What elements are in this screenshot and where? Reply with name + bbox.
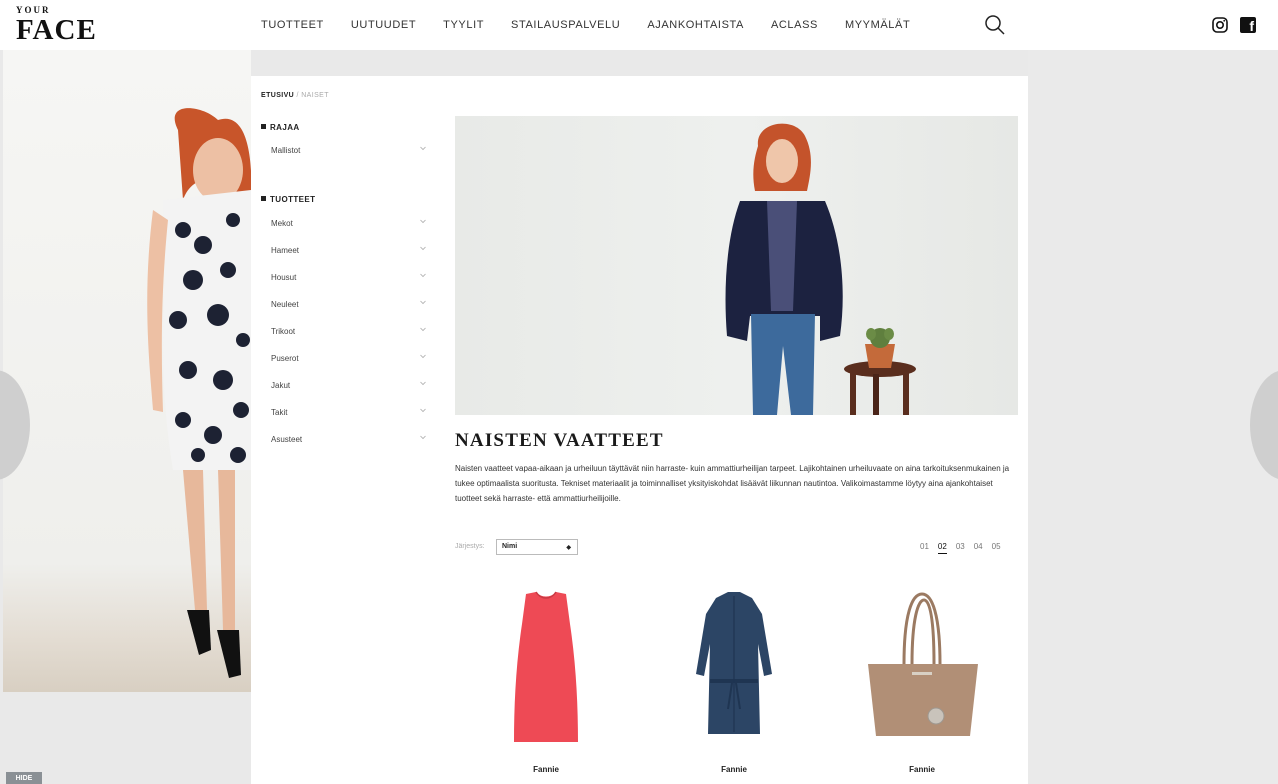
chevron-down-icon — [420, 354, 426, 359]
nav-stailauspalvelu[interactable]: STAILAUSPALVELU — [511, 19, 620, 31]
sidebar-item-takit[interactable]: Takit — [271, 408, 426, 417]
chevron-down-icon — [420, 408, 426, 413]
page-02[interactable]: 02 — [937, 542, 947, 554]
sort-select[interactable]: Nimi ◆ — [496, 539, 578, 555]
model-illustration — [147, 108, 251, 678]
sidebar-item-label: Housut — [271, 273, 297, 282]
facebook-icon[interactable]: f — [1240, 17, 1256, 34]
sidebar-item-label: Trikoot — [271, 327, 296, 336]
sidebar-item-jakut[interactable]: Jakut — [271, 381, 426, 390]
sidebar-item-label: Puserot — [271, 354, 299, 363]
page-01[interactable]: 01 — [920, 542, 929, 554]
nav-aclass[interactable]: ACLASS — [771, 19, 818, 31]
hero-model-illustration — [725, 123, 916, 415]
nav-uutuudet[interactable]: UUTUUDET — [351, 19, 416, 31]
product-image-dress — [514, 591, 578, 742]
product-card[interactable]: Fannie — [832, 584, 1012, 784]
select-arrow-icon: ◆ — [566, 545, 571, 551]
chevron-down-icon — [420, 435, 426, 440]
nav-myymalat[interactable]: MYYMÄLÄT — [845, 19, 910, 31]
product-name: Fannie — [533, 765, 559, 774]
chevron-down-icon — [420, 219, 426, 224]
content-panel: ETUSIVU / NAISET RAJAA Mallistot TUOTTEE… — [251, 76, 1028, 784]
product-name: Fannie — [721, 765, 747, 774]
page-03[interactable]: 03 — [956, 542, 965, 554]
breadcrumb-separator: / — [296, 92, 299, 99]
chevron-down-icon — [420, 146, 426, 151]
hero-image — [455, 116, 1018, 415]
products-heading: TUOTTEET — [261, 195, 315, 204]
sidebar-item-label: Mallistot — [271, 146, 301, 155]
page-05[interactable]: 05 — [992, 542, 1001, 554]
sidebar-item-trikoot[interactable]: Trikoot — [271, 327, 426, 336]
background-right — [1028, 50, 1278, 784]
filter-heading: RAJAA — [261, 123, 300, 132]
sidebar-item-mallistot[interactable]: Mallistot — [271, 146, 426, 155]
breadcrumb-home[interactable]: ETUSIVU — [261, 92, 294, 99]
breadcrumb: ETUSIVU / NAISET — [261, 92, 329, 99]
sidebar-item-housut[interactable]: Housut — [271, 273, 426, 282]
sort-label: Järjestys: — [455, 543, 485, 550]
background-model-photo — [3, 50, 251, 692]
chevron-down-icon — [420, 327, 426, 332]
product-card[interactable]: Fannie — [456, 584, 636, 784]
sidebar-item-label: Jakut — [271, 381, 291, 390]
sidebar-item-neuleet[interactable]: Neuleet — [271, 300, 426, 309]
hide-button[interactable]: HIDE — [6, 772, 42, 784]
nav-tyylit[interactable]: TYYLIT — [443, 19, 484, 31]
page-04[interactable]: 04 — [974, 542, 983, 554]
chevron-down-icon — [420, 300, 426, 305]
sidebar-item-asusteet[interactable]: Asusteet — [271, 435, 426, 444]
chevron-down-icon — [420, 246, 426, 251]
sidebar-item-hameet[interactable]: Hameet — [271, 246, 426, 255]
product-image-handbag — [868, 592, 978, 736]
chevron-down-icon — [420, 273, 426, 278]
site-header: YOUR FACE TUOTTEET UUTUUDET TYYLIT STAIL… — [0, 0, 1278, 50]
nav-tuotteet[interactable]: TUOTTEET — [261, 19, 324, 31]
site-logo[interactable]: YOUR FACE — [16, 6, 97, 46]
instagram-icon[interactable] — [1212, 17, 1228, 33]
breadcrumb-current: NAISET — [301, 92, 329, 99]
chevron-down-icon — [420, 381, 426, 386]
search-icon[interactable] — [984, 14, 1006, 36]
sidebar-item-label: Mekot — [271, 219, 293, 228]
nav-ajankohtaista[interactable]: AJANKOHTAISTA — [647, 19, 744, 31]
sidebar-item-mekot[interactable]: Mekot — [271, 219, 426, 228]
sort-selected-value: Nimi — [502, 543, 518, 550]
sidebar-item-label: Hameet — [271, 246, 300, 255]
page-title: NAISTEN VAATTEET — [455, 430, 664, 451]
main-nav: TUOTTEET UUTUUDET TYYLIT STAILAUSPALVELU… — [261, 19, 937, 31]
pagination: 01 02 03 04 05 — [920, 542, 1010, 554]
category-description: Naisten vaatteet vapaa-aikaan ja urheilu… — [455, 464, 1010, 503]
sidebar-item-label: Asusteet — [271, 435, 303, 444]
product-card[interactable]: Fannie — [644, 584, 824, 784]
sidebar-item-label: Takit — [271, 408, 288, 417]
product-name: Fannie — [909, 765, 935, 774]
sidebar-item-puserot[interactable]: Puserot — [271, 354, 426, 363]
product-image-shirt-dress — [696, 592, 772, 734]
sidebar-item-label: Neuleet — [271, 300, 299, 309]
logo-face: FACE — [16, 14, 97, 46]
